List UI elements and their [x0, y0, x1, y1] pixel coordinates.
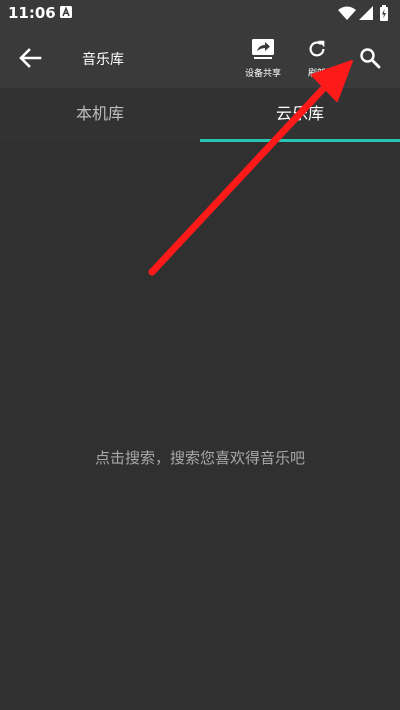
- battery-icon: [380, 5, 388, 21]
- search-button[interactable]: [355, 46, 385, 90]
- status-bar: 11:06: [0, 0, 400, 26]
- tab-cloud-library[interactable]: 云乐库: [200, 88, 400, 142]
- refresh-label: 刷新: [307, 69, 326, 79]
- status-icons: [338, 5, 388, 21]
- app-bar: 音乐库 设备共享 刷新: [0, 26, 400, 88]
- empty-state-message: 点击搜索，搜索您喜欢得音乐吧: [94, 449, 305, 467]
- device-share-icon: [252, 39, 274, 59]
- search-icon: [360, 48, 381, 69]
- refresh-button[interactable]: 刷新: [302, 38, 332, 82]
- signal-icon: [359, 6, 373, 20]
- back-arrow-icon[interactable]: [16, 45, 46, 71]
- tab-indicator: [200, 139, 400, 142]
- device-share-label: 设备共享: [244, 69, 281, 79]
- status-time: 11:06: [8, 4, 56, 22]
- device-share-button[interactable]: 设备共享: [243, 38, 283, 82]
- notification-a-icon: [60, 6, 72, 18]
- library-tabs: 本机库 云乐库: [0, 88, 400, 142]
- tab-local-library[interactable]: 本机库: [0, 88, 200, 142]
- refresh-icon: [309, 40, 325, 57]
- wifi-icon: [338, 6, 356, 20]
- page-title: 音乐库: [82, 52, 124, 68]
